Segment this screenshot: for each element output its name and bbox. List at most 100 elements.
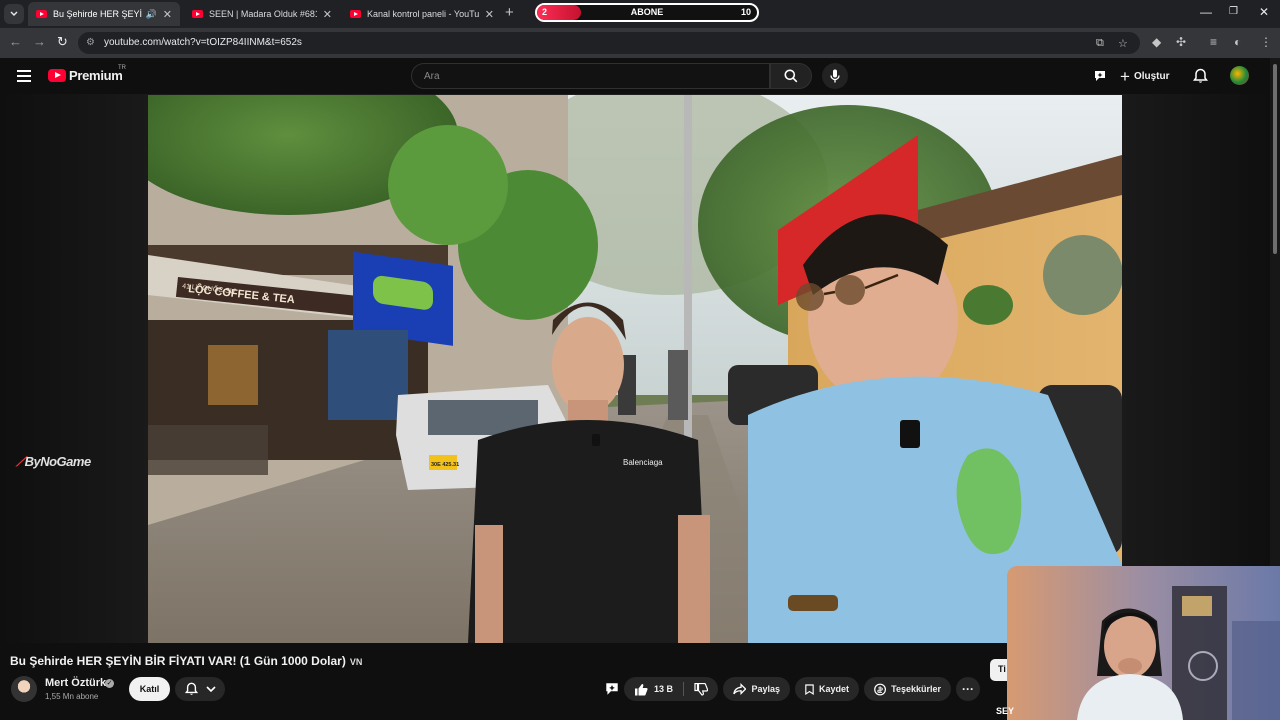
- subscriber-count: 1,55 Mn abone: [45, 692, 99, 701]
- join-button[interactable]: Katıl: [129, 677, 170, 701]
- chevron-down-icon: [205, 685, 216, 692]
- notifications-bell-icon[interactable]: [1193, 68, 1208, 84]
- man-left-shirt: [468, 420, 708, 643]
- share-button[interactable]: Paylaş: [723, 677, 790, 701]
- video-title: Bu Şehirde HER ŞEYİN BİR FİYATI VAR! (1 …: [10, 654, 362, 668]
- man-left-face: [552, 317, 624, 413]
- man-left-arm: [678, 515, 710, 643]
- tab-title: SEEN | Madara Olduk #681 - Yo: [209, 9, 317, 19]
- close-tab-icon[interactable]: ✕: [163, 8, 172, 21]
- lapel-microphone: [900, 420, 920, 448]
- browser-toolbar: ← → ↻ ⚙ youtube.com/watch?v=tOIZP84IINM&…: [0, 28, 1280, 58]
- watermark-text: ByNoGame: [24, 454, 92, 469]
- country-code: TR: [118, 65, 126, 71]
- browser-tab[interactable]: SEEN | Madara Olduk #681 - Yo ✕: [184, 2, 340, 26]
- ask-ai-icon[interactable]: [604, 681, 620, 697]
- bookmark-star-icon[interactable]: ☆: [1118, 37, 1128, 50]
- share-label: Paylaş: [751, 684, 780, 694]
- tab-title: Bu Şehirde HER ŞEYİN BİR F: [53, 9, 142, 19]
- shop-window: [328, 330, 408, 420]
- plus-icon: +: [1120, 66, 1130, 86]
- pedestrian: [668, 350, 688, 420]
- bracelet: [788, 595, 838, 611]
- window-light: [1232, 621, 1280, 720]
- video-player[interactable]: LỘC COFFEE & TEA 41 LÝ QUỐC SƯ 30E 425.3…: [148, 95, 1122, 643]
- bookmark-icon: [805, 683, 814, 695]
- channel-name[interactable]: Mert Öztürk: [45, 677, 106, 689]
- video-title-text: Bu Şehirde HER ŞEYİN BİR FİYATI VAR! (1 …: [10, 654, 346, 668]
- reload-icon[interactable]: ↻: [57, 34, 68, 50]
- hanging-plant: [963, 285, 1013, 325]
- minimize-icon[interactable]: —: [1200, 5, 1212, 19]
- sparkle-chat-icon[interactable]: [1093, 69, 1107, 83]
- media-controls-icon[interactable]: ≡: [1210, 35, 1217, 49]
- save-label: Kaydet: [818, 684, 849, 694]
- close-tab-icon[interactable]: ✕: [323, 8, 332, 21]
- lapel-microphone: [592, 434, 600, 446]
- search-icon: [784, 69, 798, 83]
- logo-text: Premium: [69, 68, 123, 83]
- goal-label: ABONE: [630, 7, 664, 17]
- chevron-down-icon: [10, 11, 18, 16]
- license-plate-text: 30E 425.31: [431, 462, 459, 468]
- vine-foliage: [388, 125, 508, 245]
- search-box[interactable]: [411, 63, 770, 89]
- share-icon: [733, 683, 747, 695]
- subscriber-goal-bar: 2 ABONE 10: [535, 3, 759, 22]
- shelf-item: [1182, 596, 1212, 616]
- cafe-light: [208, 345, 258, 405]
- speaker-icon[interactable]: 🔊: [146, 9, 157, 20]
- hamburger-menu-icon[interactable]: [17, 70, 31, 82]
- create-button[interactable]: + Oluştur: [1120, 65, 1170, 87]
- account-avatar[interactable]: [1230, 66, 1249, 85]
- voice-search-button[interactable]: [822, 63, 848, 89]
- install-app-icon[interactable]: ⧉: [1096, 37, 1104, 50]
- browser-tab-bar: Bu Şehirde HER ŞEYİN BİR F 🔊 ✕ SEEN | Ma…: [0, 0, 1280, 28]
- browser-tab-active[interactable]: Bu Şehirde HER ŞEYİN BİR F 🔊 ✕: [28, 2, 180, 26]
- restore-icon[interactable]: ❐: [1229, 6, 1238, 17]
- profile-icon[interactable]: ◐: [1234, 35, 1241, 49]
- search-button[interactable]: [770, 63, 812, 89]
- save-button[interactable]: Kaydet: [795, 677, 859, 701]
- thanks-button[interactable]: Teşekkürler: [864, 677, 951, 701]
- tab-search-button[interactable]: [4, 4, 24, 24]
- brand-watermark: ⟋ByNoGame: [16, 454, 91, 470]
- subscription-bell-button[interactable]: [175, 677, 225, 701]
- address-url: youtube.com/watch?v=tOIZP84IINM&t=652s: [104, 37, 302, 48]
- verified-badge-icon: ✓: [105, 679, 114, 688]
- more-actions-button[interactable]: ···: [956, 677, 980, 701]
- back-icon[interactable]: ←: [9, 34, 22, 49]
- browser-tab[interactable]: Kanal kontrol paneli - YouTube ✕: [342, 2, 502, 26]
- hanging-plant: [1043, 235, 1122, 315]
- address-bar[interactable]: ⚙ youtube.com/watch?v=tOIZP84IINM&t=652s…: [78, 32, 1140, 54]
- youtube-favicon-icon: [192, 10, 203, 18]
- man-left-arm: [475, 525, 503, 643]
- site-info-icon[interactable]: ⚙: [86, 37, 98, 49]
- youtube-favicon-icon: [350, 10, 361, 18]
- bell-icon: [184, 682, 198, 695]
- goal-target: 10: [740, 7, 751, 17]
- like-dislike-group: 13 B: [624, 677, 718, 701]
- streamer-webcam: [1007, 566, 1280, 720]
- like-button[interactable]: 13 B: [624, 677, 683, 701]
- thanks-label: Teşekkürler: [891, 684, 941, 694]
- dislike-button[interactable]: [684, 677, 718, 701]
- channel-avatar[interactable]: [11, 676, 37, 702]
- microphone-icon: [830, 69, 840, 83]
- tab-title: Kanal kontrol paneli - YouTube: [367, 9, 479, 19]
- brand-mark-icon: ⟋: [16, 454, 25, 469]
- extension-diamond-icon[interactable]: ◆: [1152, 35, 1161, 49]
- extensions-puzzle-icon[interactable]: ✣: [1176, 35, 1186, 49]
- seated-people: [148, 425, 268, 475]
- youtube-logo[interactable]: Premium TR: [48, 65, 126, 83]
- forward-icon[interactable]: →: [33, 34, 46, 49]
- close-tab-icon[interactable]: ✕: [485, 8, 494, 21]
- new-tab-button[interactable]: +: [505, 4, 514, 21]
- browser-menu-icon[interactable]: ⋮: [1260, 35, 1272, 49]
- thumbs-down-icon: [694, 682, 708, 696]
- search-input[interactable]: [412, 64, 769, 88]
- country-flag: VN: [349, 657, 363, 667]
- thumbs-up-icon: [635, 683, 648, 695]
- close-window-icon[interactable]: ✕: [1259, 5, 1269, 19]
- scrollbar-thumb[interactable]: [1273, 64, 1277, 254]
